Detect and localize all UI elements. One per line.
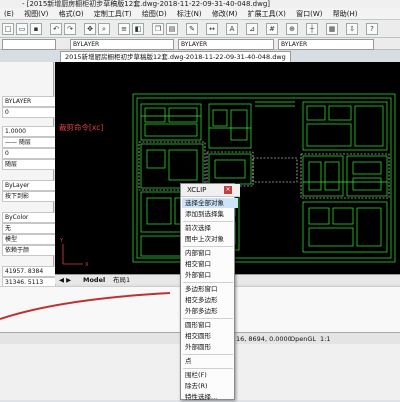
linetype-dropdown[interactable]: BYLAYER	[178, 39, 274, 50]
xclip-item-add-to-selection[interactable]: 添加到选择集	[182, 209, 238, 219]
panel-row[interactable]: —— 随层	[2, 137, 56, 148]
properties-panel: BYLAYER 0 1.0000 —— 随层 0 随层 ByLayer 按下到影…	[0, 62, 56, 288]
menu-window[interactable]: 窗口(W)	[292, 8, 326, 19]
save-icon[interactable]: ▪	[30, 23, 42, 35]
block-icon[interactable]: ▦	[326, 23, 338, 35]
xclip-item-crossing-circle[interactable]: 相交圆形	[182, 331, 238, 341]
panel-row[interactable]: 模型	[2, 234, 56, 245]
xclip-item-last-object[interactable]: 图中上次对象	[182, 234, 238, 244]
menu-help[interactable]: 帮助(H)	[329, 8, 362, 19]
menu-separator	[183, 246, 233, 247]
text-icon[interactable]: A	[226, 23, 238, 35]
menu-separator	[183, 282, 233, 283]
menu-separator	[183, 354, 233, 355]
dimension-icon[interactable]: ↔	[206, 23, 218, 35]
xclip-item-remove[interactable]: 除去(R)	[182, 381, 238, 391]
close-icon[interactable]: ×	[224, 186, 232, 194]
xclip-item-circle-window[interactable]: 圆形窗口	[182, 320, 238, 330]
menu-modify[interactable]: 修改(M)	[208, 8, 242, 19]
menu-draw[interactable]: 绘图(D)	[138, 8, 171, 19]
panel-row[interactable]: 随层	[2, 159, 56, 170]
measure-icon[interactable]: ⊿	[246, 23, 258, 35]
panel-row[interactable]: 0	[2, 107, 56, 118]
xclip-item-property-select[interactable]: 特性选择...	[182, 392, 238, 402]
undo-icon[interactable]: ↶	[50, 23, 62, 35]
xclip-item-outside-polygon[interactable]: 外部多边形	[182, 306, 238, 316]
window-title: - [2015新增厨房橱柜初步草稿版12套.dwg-2018-11-22-09-…	[0, 0, 400, 8]
menu-custom-tools[interactable]: 定制工具(T)	[90, 8, 136, 19]
grid-icon[interactable]: #	[266, 23, 278, 35]
command-annotation: 裁剪命令[xc]	[59, 123, 104, 132]
xclip-item-crossing-window[interactable]: 相交窗口	[182, 259, 238, 269]
menu-separator	[183, 318, 233, 319]
menu-separator	[183, 368, 233, 369]
xclip-item-outside-circle[interactable]: 外部圆形	[182, 342, 238, 352]
layer-select[interactable]	[2, 39, 56, 50]
menu-bar: (E) 视图(V) 格式(O) 定制工具(T) 绘图(D) 标注(N) 修改(M…	[0, 8, 400, 20]
properties-bar: BYLAYER BYLAYER BYLAYER	[0, 38, 400, 50]
panel-row[interactable]: 1.0000	[2, 126, 56, 137]
xclip-item-outside-window[interactable]: 外部窗口	[182, 270, 238, 280]
match-icon[interactable]: ✎	[186, 23, 198, 35]
properties-icon[interactable]: ≡	[118, 23, 130, 35]
menu-edit[interactable]: (E)	[0, 8, 18, 19]
xclip-item-previous[interactable]: 前次选择	[182, 223, 238, 233]
panel-row[interactable]: 按下到影	[2, 191, 56, 202]
insert-icon[interactable]: ⇩	[346, 23, 358, 35]
zoom-icon[interactable]: ⌕	[98, 23, 110, 35]
panel-row[interactable]: 无	[2, 223, 56, 234]
menu-separator	[183, 221, 233, 222]
tab-model[interactable]: Model	[83, 275, 105, 285]
command-line-graphic	[0, 292, 171, 320]
menu-dimension[interactable]: 标注(N)	[173, 8, 206, 19]
panel-row[interactable]: BYLAYER	[2, 96, 56, 107]
ortho-icon[interactable]: ┼	[306, 23, 318, 35]
copy-icon[interactable]: ❐	[152, 23, 164, 35]
new-file-icon[interactable]: □	[2, 23, 14, 35]
panel-row[interactable]: 依赖于颜	[2, 245, 56, 256]
xclip-item-select-all[interactable]: 选择全部对象	[182, 198, 238, 208]
panel-row: 41957. 8384	[2, 266, 56, 277]
panel-row[interactable]: 0	[2, 148, 56, 159]
paste-icon[interactable]: ▤	[166, 23, 178, 35]
panel-row[interactable]: ByColor	[2, 212, 56, 223]
document-tab-row: 2015新增厨房橱柜初步草稿版12套.dwg-2018-11-22-09-31-…	[0, 50, 400, 63]
redo-icon[interactable]: ↷	[64, 23, 76, 35]
panel-row[interactable]: ByLayer	[2, 180, 56, 191]
tab-nav-icon[interactable]: ◀ ▶	[59, 275, 71, 285]
menu-extended-tools[interactable]: 扩展工具(X)	[244, 8, 290, 19]
layer-icon[interactable]: ◧	[132, 23, 144, 35]
tab-layout1[interactable]: 布局1	[113, 275, 130, 285]
menu-view[interactable]: 视图(V)	[20, 8, 52, 19]
pan-icon[interactable]: ✥	[84, 23, 96, 35]
svg-text:Y: Y	[59, 238, 64, 244]
xclip-item-fence[interactable]: 围栏(F)	[182, 370, 238, 380]
xclip-item-polygon-window[interactable]: 多边形窗口	[182, 284, 238, 294]
menu-format[interactable]: 格式(O)	[55, 8, 88, 19]
open-file-icon[interactable]: ▭	[16, 23, 28, 35]
xclip-menu: XCLIP × 选择全部对象 添加到选择集 前次选择 图中上次对象 内部窗口 相…	[180, 183, 240, 402]
main-toolbar: □ ▭ ▪ ↶ ↷ ✥ ⌕ ≡ ◧ ❐ ▤ ✎ ↔ A ⊿ # ⊕ ┼ ▦ ⇩ …	[0, 20, 400, 38]
help-icon[interactable]: ?	[366, 23, 378, 35]
svg-text:X: X	[85, 262, 89, 268]
xclip-item-point[interactable]: 点	[182, 356, 238, 366]
lineweight-dropdown[interactable]: BYLAYER	[278, 39, 374, 50]
xclip-item-crossing-polygon[interactable]: 相交多边形	[182, 295, 238, 305]
layer-dropdown[interactable]: BYLAYER	[70, 39, 174, 50]
snap-icon[interactable]: ⊕	[286, 23, 298, 35]
xclip-item-window[interactable]: 内部窗口	[182, 248, 238, 258]
